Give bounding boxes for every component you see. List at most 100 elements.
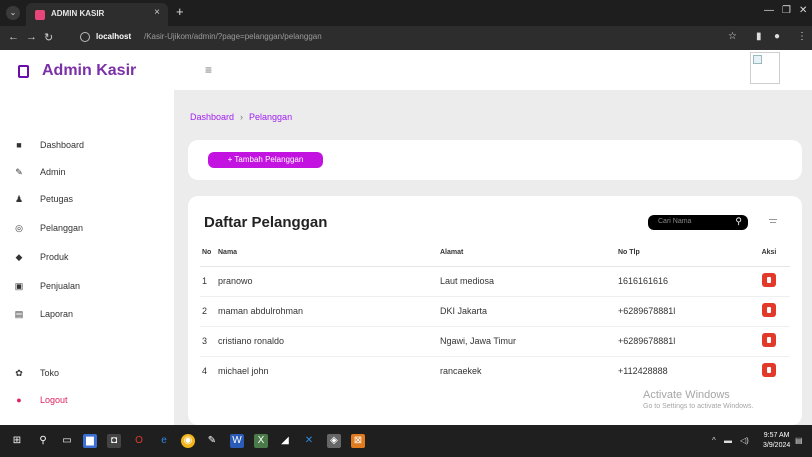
url-field[interactable]: localhost /Kasir-Ujikom/admin/?page=pela… [80, 29, 750, 47]
avatar[interactable] [750, 52, 780, 84]
minimize-icon[interactable]: — [764, 5, 774, 16]
sidebar-item-logout[interactable]: ● Logout [14, 392, 164, 412]
windows-start-icon[interactable]: ⊞ [10, 434, 24, 448]
browser-tab[interactable]: ADMIN KASIR × [26, 3, 168, 26]
cell-alamat: Laut mediosa [440, 266, 618, 297]
tab-title: ADMIN KASIR [51, 9, 105, 18]
column-header-aksi: Aksi [748, 240, 790, 267]
search-placeholder: Cari Nama [658, 218, 692, 225]
watermark-title: Activate Windows [643, 389, 730, 401]
dashboard-icon: ■ [16, 140, 22, 150]
chrome-icon[interactable]: ◉ [181, 434, 195, 448]
filter-icon[interactable] [769, 219, 777, 225]
excel-icon[interactable]: X [254, 434, 268, 448]
opera-icon[interactable]: O [132, 434, 146, 448]
app-icon[interactable]: ✎ [205, 434, 219, 448]
sidebar-item-label: Penjualan [40, 281, 81, 291]
sidebar-item-petugas[interactable]: ♟ Petugas [14, 191, 164, 211]
laporan-icon: ▤ [14, 309, 24, 319]
penjualan-icon: ▣ [14, 281, 24, 291]
sidebar-item-dashboard[interactable]: ■ Dashboard [14, 137, 164, 157]
search-icon[interactable]: ⚲ [36, 434, 50, 448]
cell-no: 1 [200, 266, 218, 297]
sidebar-item-pelanggan[interactable]: ◎ Pelanggan [14, 220, 164, 240]
cell-no: 3 [200, 326, 218, 357]
sidebar-item-laporan[interactable]: ▤ Laporan [14, 306, 164, 326]
cell-nama: cristiano ronaldo [218, 326, 440, 357]
sidepanel-icon[interactable]: ▮ [756, 31, 762, 42]
breadcrumb: Dashboard › Pelanggan [178, 100, 806, 134]
cell-tlp: 1616161616 [618, 266, 748, 297]
cell-aksi [748, 266, 790, 297]
delete-button[interactable] [762, 303, 776, 317]
browser-menu-icon[interactable]: ⋮ [797, 31, 807, 42]
delete-button[interactable] [762, 363, 776, 378]
profile-icon[interactable]: ● [774, 31, 780, 42]
restore-icon[interactable]: ❐ [782, 5, 791, 16]
breadcrumb-current: Pelanggan [249, 112, 293, 122]
table-row: 4 michael john rancaekek +112428888 [200, 356, 790, 386]
reload-icon[interactable]: ↻ [44, 31, 53, 44]
volume-icon[interactable]: ◁) [740, 436, 749, 445]
tab-search-icon[interactable]: ⌄ [6, 6, 20, 20]
logout-icon: ● [16, 395, 22, 405]
petugas-icon: ♟ [14, 194, 24, 204]
pelanggan-table: No Nama Alamat No Tlp Aksi 1 pranowo Lau… [200, 240, 790, 386]
bookmark-star-icon[interactable]: ☆ [728, 31, 737, 42]
address-bar: ← → ↻ localhost /Kasir-Ujikom/admin/?pag… [0, 26, 812, 50]
sidebar-item-label: Laporan [40, 309, 74, 319]
table-row: 3 cristiano ronaldo Ngawi, Jawa Timur +6… [200, 326, 790, 357]
cell-aksi [748, 356, 790, 386]
cell-nama: pranowo [218, 266, 440, 297]
column-header-no: No [200, 240, 218, 267]
forward-icon[interactable]: → [26, 31, 37, 43]
pelanggan-icon: ◎ [15, 223, 23, 233]
search-input[interactable]: Cari Nama ⚲ [648, 215, 748, 230]
sidebar-item-toko[interactable]: ✿ Toko [14, 365, 164, 385]
back-icon[interactable]: ← [8, 31, 19, 43]
delete-button[interactable] [762, 333, 776, 347]
vscode-icon[interactable]: ✕ [302, 434, 316, 448]
notification-icon[interactable]: ▤ [795, 436, 803, 445]
tab-close-icon[interactable]: × [154, 7, 160, 18]
sidebar-item-admin[interactable]: ✎ Admin [14, 164, 164, 184]
cell-alamat: rancaekek [440, 366, 482, 377]
sidebar-item-label: Logout [40, 395, 68, 405]
app-icon[interactable]: ◢ [278, 434, 292, 448]
cell-alamat: Ngawi, Jawa Timur [440, 326, 618, 357]
broken-image-icon [753, 55, 762, 64]
site-info-icon[interactable] [80, 32, 90, 42]
word-icon[interactable]: W [230, 434, 244, 448]
sidebar-item-label: Admin [40, 167, 66, 177]
sidebar-item-label: Dashboard [40, 140, 85, 150]
delete-button[interactable] [762, 273, 776, 287]
clock[interactable]: 9:57 AM 3/9/2024 [763, 431, 790, 451]
cell-no: 2 [200, 296, 218, 327]
sidebar-item-penjualan[interactable]: ▣ Penjualan [14, 278, 164, 298]
store-icon[interactable]: ◘ [107, 434, 121, 448]
file-explorer-icon[interactable]: ▆ [83, 434, 97, 448]
cell-nama: michael john [218, 366, 269, 377]
new-tab-icon[interactable]: + [176, 4, 184, 19]
hamburger-menu-icon[interactable]: ≡ [205, 63, 212, 77]
clock-date: 3/9/2024 [763, 442, 791, 449]
tray-chevron-icon[interactable]: ^ [712, 436, 716, 445]
task-view-icon[interactable]: ▭ [60, 434, 74, 448]
cell-nama: maman abdulrohman [218, 296, 440, 327]
network-icon[interactable]: ▬ [724, 436, 732, 445]
url-path: /Kasir-Ujikom/admin/?page=pelanggan/pela… [144, 32, 322, 41]
app-icon[interactable]: ◈ [327, 434, 341, 448]
sidebar-item-label: Petugas [40, 194, 74, 204]
xampp-icon[interactable]: ⊠ [351, 434, 365, 448]
breadcrumb-dashboard-link[interactable]: Dashboard [190, 112, 234, 122]
column-header-nama: Nama [218, 240, 440, 267]
action-card: + Tambah Pelanggan [188, 140, 802, 180]
search-icon[interactable]: ⚲ [735, 216, 742, 227]
table-header-row: No Nama Alamat No Tlp Aksi [200, 240, 790, 267]
cell-alamat: DKI Jakarta [440, 296, 618, 327]
sidebar-item-produk[interactable]: ◆ Produk [14, 249, 164, 269]
add-pelanggan-button[interactable]: + Tambah Pelanggan [208, 152, 323, 168]
close-window-icon[interactable]: ✕ [799, 5, 807, 16]
table-title: Daftar Pelanggan [204, 214, 328, 231]
edge-icon[interactable]: e [157, 434, 171, 448]
